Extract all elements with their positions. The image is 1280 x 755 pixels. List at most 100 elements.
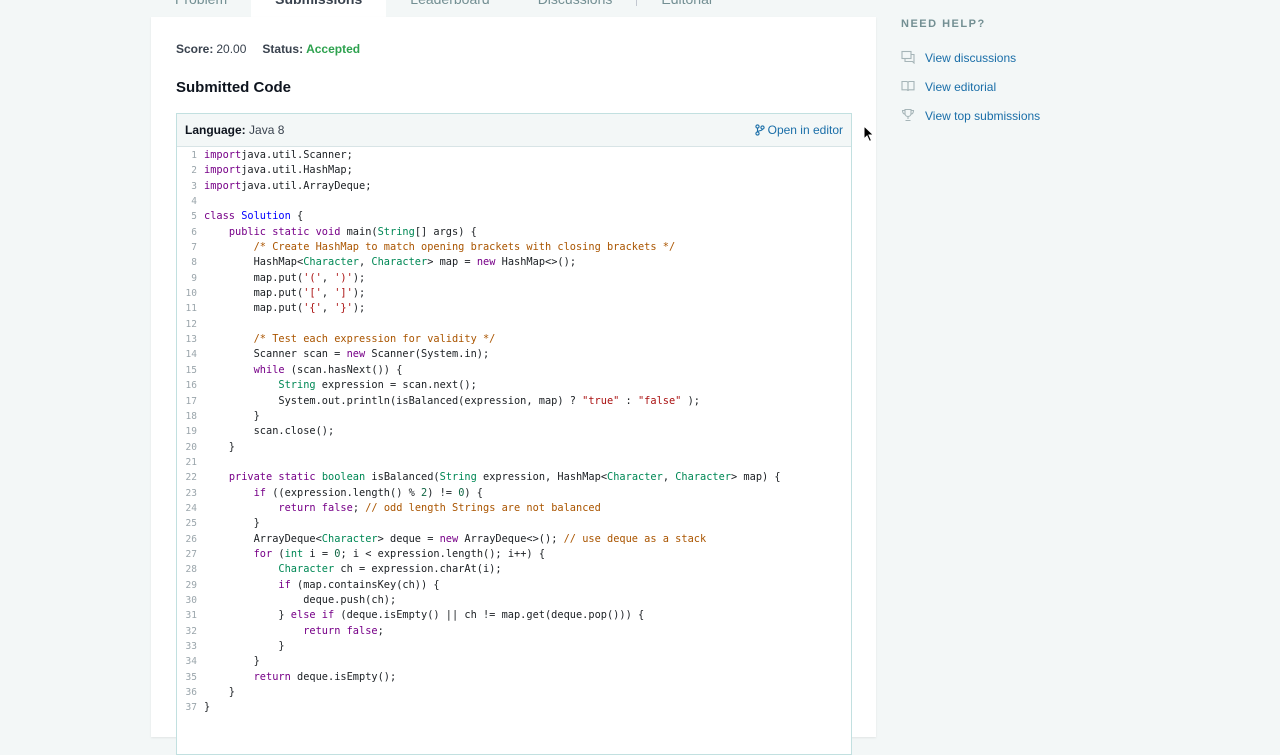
line-number: 13 [185, 334, 197, 346]
line-number: 24 [185, 502, 197, 514]
code-text: return deque.isEmpty(); [253, 670, 397, 683]
code-line: 12 [177, 317, 851, 332]
code-line: 26 ArrayDeque<Character> deque = new Arr… [177, 532, 851, 547]
line-number: 1 [191, 150, 197, 161]
line-number: 21 [185, 456, 197, 468]
code-text: while (scan.hasNext()) { [253, 363, 403, 376]
submission-tabs: Problem Submissions Leaderboard Discussi… [151, 0, 736, 18]
code-line: 9 map.put('(', ')'); [177, 271, 851, 286]
code-viewer: Language: Java 8 Open in editor 1 importj… [176, 113, 852, 755]
mouse-cursor-icon [863, 124, 875, 148]
tab-discussions[interactable]: Discussions [514, 0, 637, 17]
open-in-editor-link[interactable]: Open in editor [754, 123, 843, 137]
code-text: importjava.util.HashMap; [204, 164, 353, 177]
line-number: 36 [185, 687, 197, 699]
code-text: } [204, 640, 285, 652]
line-number: 31 [185, 610, 197, 622]
line-number: 32 [185, 625, 197, 637]
line-number: 6 [191, 226, 197, 238]
code-text: } [204, 686, 235, 699]
branch-icon [754, 124, 765, 136]
line-number: 14 [185, 349, 197, 361]
code-text: /* Test each expression for validity */ [253, 333, 496, 346]
line-number: 26 [185, 533, 197, 545]
code-line: 34 } [177, 654, 851, 669]
code-text: } [204, 701, 211, 714]
code-line: 27 for (int i = 0; i < expression.length… [177, 547, 851, 562]
code-text: class Solution { [204, 210, 304, 223]
code-line: 29 if (map.containsKey(ch)) { [177, 578, 851, 593]
line-number: 22 [185, 472, 197, 484]
code-line: 25 } [177, 516, 851, 531]
open-in-editor-label: Open in editor [767, 123, 843, 137]
need-help-title: NEED HELP? [901, 18, 986, 30]
code-line: 21 [177, 455, 851, 470]
code-header: Language: Java 8 Open in editor [177, 114, 851, 147]
tab-editorial[interactable]: Editorial [637, 0, 736, 17]
view-discussions-label: View discussions [925, 51, 1017, 65]
line-number: 29 [185, 579, 197, 591]
submission-card: Score: 20.00 Status: Accepted Submitted Cod… [151, 17, 876, 755]
code-text: } [204, 655, 260, 668]
view-editorial-link[interactable]: View editorial [901, 79, 996, 95]
line-number: 25 [185, 518, 197, 530]
line-number: 15 [185, 364, 197, 376]
line-number: 27 [185, 548, 197, 560]
language-value: Java 8 [249, 123, 285, 137]
code-text: return false; [303, 624, 384, 637]
code-line: 8 HashMap<Character, Character> map = ne… [177, 255, 851, 270]
code-text: for (int i = 0; i < expression.length();… [253, 547, 546, 560]
code-text: Scanner scan = new Scanner(System.in); [204, 348, 490, 361]
code-line: 17 System.out.println(isBalanced(express… [177, 394, 851, 409]
code-line: 20 } [177, 440, 851, 455]
code-line: 30 deque.push(ch); [177, 593, 851, 608]
code-line: 23 if ((expression.length() % 2) != 0) { [177, 486, 851, 501]
line-number: 8 [191, 257, 197, 269]
code-text: HashMap<Character, Character> map = new … [204, 256, 577, 269]
code-text: } [204, 440, 235, 453]
code-text: return false; // odd length Strings are … [278, 501, 601, 514]
code-line: 37} [177, 700, 851, 715]
line-number: 19 [185, 426, 197, 438]
code-text: scan.close(); [204, 425, 335, 438]
trophy-icon [901, 108, 925, 125]
tab-leaderboard[interactable]: Leaderboard [386, 0, 513, 17]
code-text: importjava.util.ArrayDeque; [204, 179, 372, 192]
line-number: 10 [185, 288, 197, 300]
submitted-code-title: Submitted Code [176, 79, 291, 96]
line-number: 5 [191, 211, 197, 223]
view-top-submissions-link[interactable]: View top submissions [901, 108, 1040, 124]
code-text: System.out.println(isBalanced(expression… [204, 394, 700, 407]
view-discussions-link[interactable]: View discussions [901, 50, 1016, 66]
code-lines: 1 importjava.util.Scanner; 2 importjava.uti… [177, 148, 851, 716]
tab-problem[interactable]: Problem [151, 0, 251, 17]
code-text: } [204, 517, 260, 530]
tab-submissions[interactable]: Submissions [251, 0, 387, 17]
status-label: Status: [262, 42, 304, 56]
code-line: 3 importjava.util.ArrayDeque; [177, 179, 851, 194]
code-line: 2 importjava.util.HashMap; [177, 163, 851, 178]
code-line: 10 map.put('[', ']'); [177, 286, 851, 301]
code-text: Character ch = expression.charAt(i); [278, 563, 502, 576]
line-number: 35 [185, 671, 197, 683]
line-number: 9 [191, 272, 197, 284]
line-number: 3 [191, 180, 197, 192]
line-number: 17 [185, 395, 197, 407]
discussion-icon [901, 50, 925, 67]
code-line: 6 public static void main(String[] args)… [177, 225, 851, 240]
code-line: 19 scan.close(); [177, 424, 851, 439]
line-number: 2 [191, 165, 197, 177]
code-line: 5 class Solution { [177, 209, 851, 224]
code-line: 24 return false; // odd length Strings a… [177, 501, 851, 516]
code-line: 13 /* Test each expression for validity … [177, 332, 851, 347]
code-line: 33 } [177, 639, 851, 654]
line-number: 4 [191, 196, 197, 208]
book-icon [901, 79, 925, 96]
code-line: 7 /* Create HashMap to match opening bra… [177, 240, 851, 255]
line-number: 30 [185, 594, 197, 606]
code-line: 22 private static boolean isBalanced(Str… [177, 470, 851, 485]
code-line: 31 } else if (deque.isEmpty() || ch != m… [177, 608, 851, 623]
line-number: 7 [191, 242, 197, 254]
code-text: public static void main(String[] args) { [228, 225, 477, 238]
code-line: 28 Character ch = expression.charAt(i); [177, 562, 851, 577]
